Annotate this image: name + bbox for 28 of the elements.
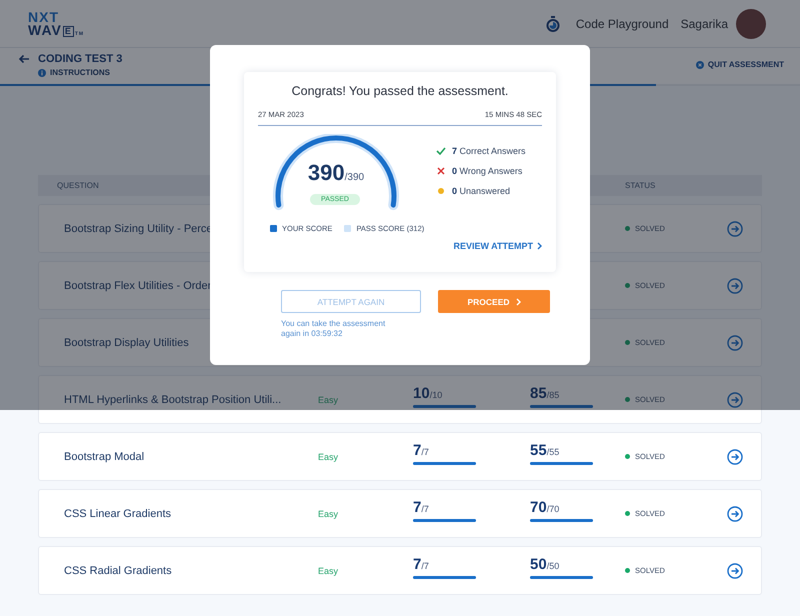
question-title: Bootstrap Modal <box>64 450 144 462</box>
question-title: CSS Radial Gradients <box>64 564 172 576</box>
question-title: Bootstrap Display Utilities <box>64 336 189 348</box>
marks-value: 50/50 <box>530 556 560 573</box>
user-name: Sagarika <box>680 16 728 30</box>
stat-line: 7 Correct Answers <box>436 146 526 156</box>
marks-value: 70/70 <box>530 499 560 516</box>
marks-value: 85/85 <box>530 385 560 402</box>
difficulty-label: Easy <box>318 394 340 404</box>
score-value: 7/7 <box>413 499 429 516</box>
question-title: Bootstrap Flex Utilities - Order <box>64 280 212 292</box>
score-value: 10/10 <box>413 385 442 402</box>
difficulty-label: Easy <box>318 452 340 462</box>
question-title: CSS Linear Gradients <box>64 508 171 520</box>
column-header: STATUS <box>625 181 656 190</box>
stat-line: 0 Unanswered <box>436 186 526 196</box>
retake-note: You can take the assessment again in 03:59:32 <box>281 319 386 339</box>
stat-line: 0 Wrong Answers <box>436 166 526 176</box>
score-value: 390/390 <box>306 160 366 186</box>
difficulty-label: Easy <box>318 508 340 518</box>
score-value: 7/7 <box>413 442 429 459</box>
result-title: Congrats! You passed the assessment. <box>290 84 510 98</box>
test-title: CODING TEST 3 <box>38 53 122 65</box>
marks-value: 55/55 <box>530 442 560 459</box>
difficulty-label: Easy <box>318 566 340 576</box>
column-header: QUESTION <box>57 181 100 190</box>
score-value: 7/7 <box>413 556 429 573</box>
question-title: HTML Hyperlinks & Bootstrap Position Utili... <box>64 394 282 406</box>
